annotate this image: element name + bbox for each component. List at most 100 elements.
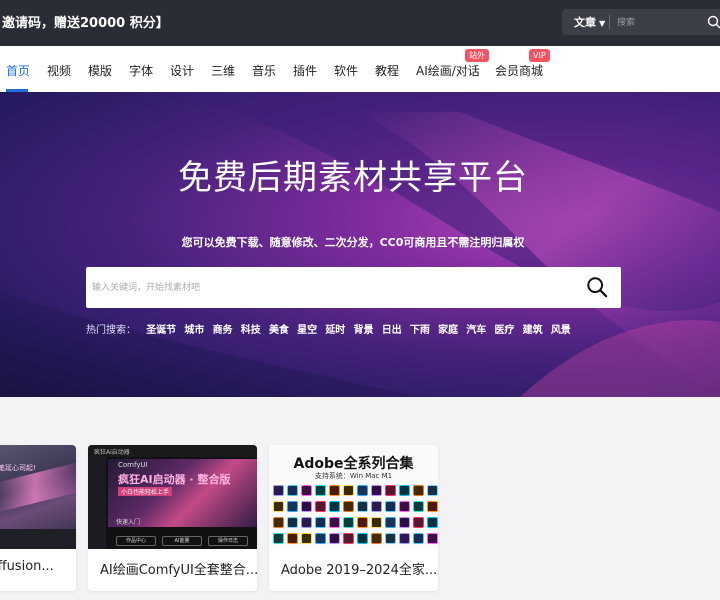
app-icon [371,501,382,512]
main-nav: 首页 视频 模版 字体 设计 三维 音乐 插件 软件 教程 AI绘画/对话 站外… [0,46,720,92]
app-icon [399,485,410,496]
app-icon [399,517,410,528]
app-icon [329,501,340,512]
adobe-icon-grid [273,483,438,547]
hot-search-label: 热门搜索： [86,325,136,336]
hot-tag[interactable]: 延时 [325,325,345,336]
thumb-small-title: ComfyUI [118,461,148,469]
app-icon [413,485,424,496]
hot-tag[interactable]: 日出 [382,325,402,336]
app-icon [287,501,298,512]
nav-item-video[interactable]: 视频 [47,62,71,79]
hot-tag[interactable]: 汽车 [466,325,486,336]
badge-external: 站外 [465,49,489,62]
nav-item-tutorial[interactable]: 教程 [375,62,399,79]
hot-tag[interactable]: 城市 [184,325,204,336]
thumb-toolbar [0,529,76,549]
card-title[interactable]: AI绘画ComfyUI全套整合... [100,559,257,578]
nav-item-member[interactable]: 会员商城 [495,62,543,79]
thumb-badge: 小白也能轻松上手 [118,487,173,496]
app-icon [371,485,382,496]
badge-vip: VIP [529,49,550,62]
app-icon [273,533,284,544]
app-icon [287,533,298,544]
app-icon [371,533,382,544]
app-icon [301,533,312,544]
hero-banner: 免费后期素材共享平台 您可以免费下载、随意修改、二次分发，CC0可商用且不需注明… [0,92,720,397]
thumb-subtitle: 支持系统：Win Mac M1 [314,472,393,480]
search-icon[interactable] [586,276,608,298]
app-icon [315,517,326,528]
nav-item-ai[interactable]: AI绘画/对话 [416,62,480,79]
card-title[interactable]: Adobe 2019–2024全家... [281,559,437,578]
app-icon [427,501,438,512]
card-thumbnail[interactable]: Adobe全系列合集 支持系统：Win Mac M1 [269,445,438,549]
nav-item-software[interactable]: 软件 [334,62,358,79]
card-title[interactable]: iffusion... [0,559,54,574]
nav-item-3d[interactable]: 三维 [211,62,235,79]
hot-tag[interactable]: 星空 [297,325,317,336]
app-icon [427,485,438,496]
hot-tag[interactable]: 背景 [354,325,374,336]
thumb-button: 操作日志 [208,536,248,546]
app-icon [357,485,368,496]
thumb-text: 笔延心司起! [0,464,36,472]
app-icon [315,533,326,544]
app-icon [329,517,340,528]
nav-item-template[interactable]: 模版 [88,62,112,79]
app-icon [287,517,298,528]
hot-tag[interactable]: 商务 [213,325,233,336]
nav-item-font[interactable]: 字体 [129,62,153,79]
app-icon [385,517,396,528]
app-icon [413,501,424,512]
search-icon[interactable] [707,15,720,29]
resource-card[interactable]: 笔延心司起! iffusion... [0,445,76,591]
app-icon [329,485,340,496]
app-icon [301,517,312,528]
app-icon [413,533,424,544]
app-icon [357,517,368,528]
hero-subtitle: 您可以免费下载、随意修改、二次分发，CC0可商用且不需注明归属权 [181,236,525,249]
thumb-heading: 疯狂AI启动器 · 整合版 [118,473,231,486]
hot-tag[interactable]: 家庭 [438,325,458,336]
hot-tag[interactable]: 下雨 [410,325,430,336]
hot-tag[interactable]: 风景 [551,325,571,336]
app-icon [427,533,438,544]
app-icon [301,501,312,512]
top-bar: 邀请码，赠送20000 积分】 文章 ▼ [0,0,720,46]
hot-tag[interactable]: 医疗 [494,325,514,336]
app-icon [399,501,410,512]
resource-card[interactable]: Adobe全系列合集 支持系统：Win Mac M1 Adobe 2019–20… [269,445,438,591]
app-icon [385,485,396,496]
card-thumbnail[interactable]: 疯狂Ai启动器 ComfyUI 疯狂AI启动器 · 整合版 小白也能轻松上手 快… [88,445,257,549]
nav-item-music[interactable]: 音乐 [252,62,276,79]
thumb-heading: Adobe全系列合集 [293,456,414,472]
app-icon [273,485,284,496]
resource-cards: 笔延心司起! iffusion... 疯狂Ai启动器 ComfyUI 疯狂AI启… [0,397,720,600]
app-icon [343,501,354,512]
thumb-row: 快速入门 [116,519,141,526]
hot-tag[interactable]: 建筑 [523,325,543,336]
hot-tag[interactable]: 圣诞节 [146,325,176,336]
search-type-select[interactable]: 文章 ▼ [574,14,605,30]
nav-item-design[interactable]: 设计 [170,62,194,79]
hot-tag[interactable]: 美食 [269,325,289,336]
app-icon [273,501,284,512]
promo-text[interactable]: 邀请码，赠送20000 积分】 [2,12,169,31]
card-thumbnail[interactable]: 笔延心司起! [0,445,76,549]
app-icon [385,533,396,544]
header-search-input[interactable] [617,14,697,30]
hero-title: 免费后期素材共享平台 [178,158,528,198]
divider [609,15,610,29]
app-icon [301,485,312,496]
thumb-titlebar: 疯狂Ai启动器 [88,445,257,457]
hot-tag[interactable]: 科技 [241,325,261,336]
nav-item-home[interactable]: 首页 [6,62,30,79]
app-icon [343,533,354,544]
nav-item-plugin[interactable]: 插件 [293,62,317,79]
hero-search-input[interactable] [92,279,492,295]
app-icon [343,485,354,496]
app-icon [385,501,396,512]
resource-card[interactable]: 疯狂Ai启动器 ComfyUI 疯狂AI启动器 · 整合版 小白也能轻松上手 快… [88,445,257,591]
hot-search: 热门搜索： 圣诞节 城市 商务 科技 美食 星空 延时 背景 日出 下雨 家庭 … [86,321,576,336]
